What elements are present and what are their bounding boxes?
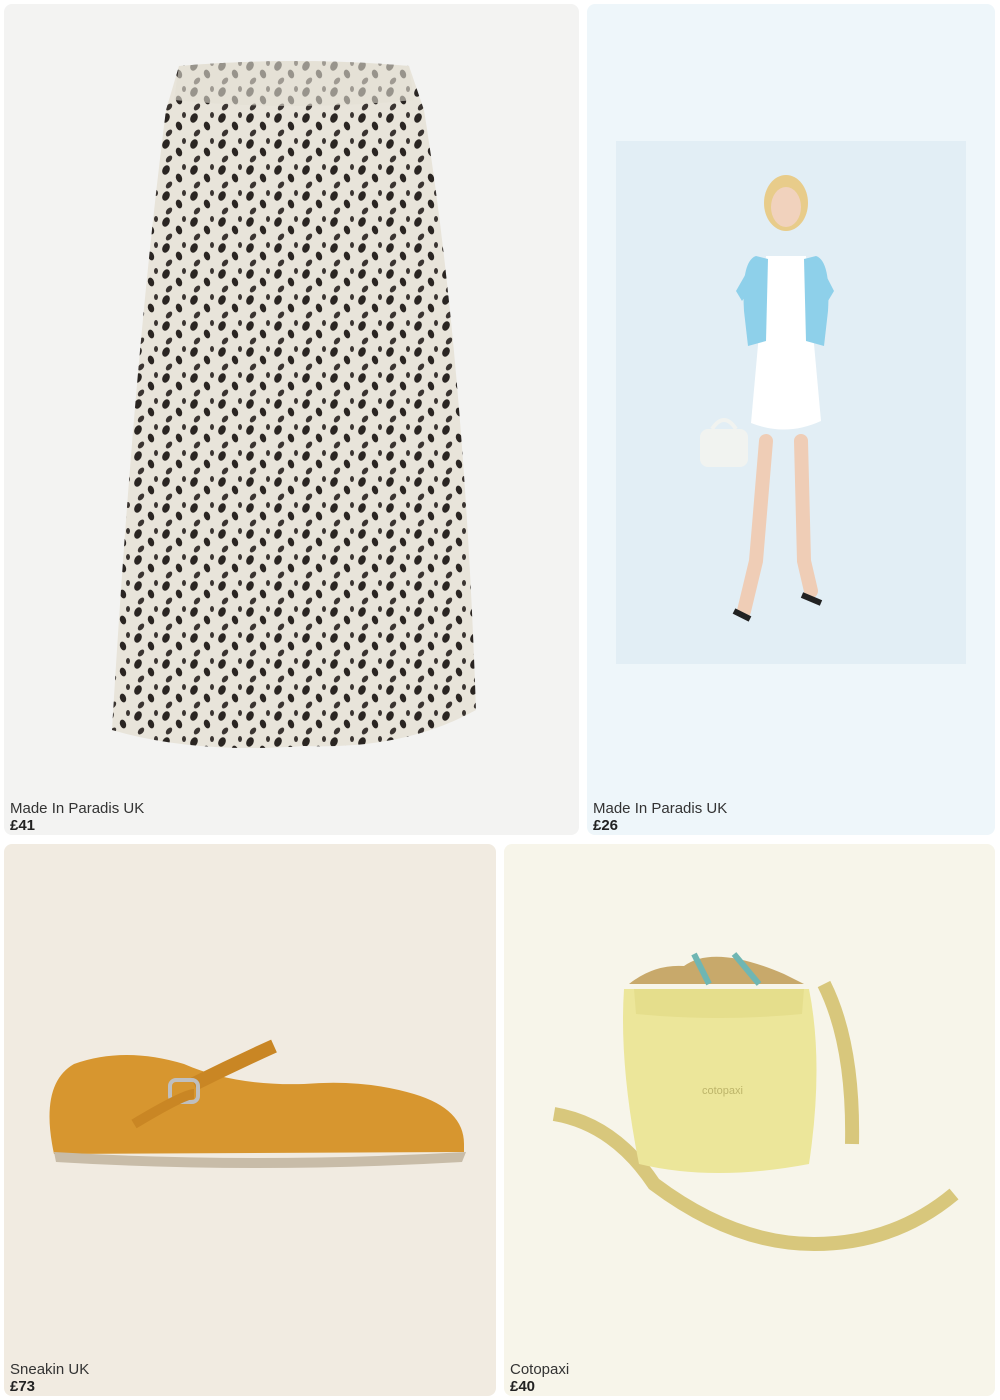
product-price: £41 (10, 817, 36, 834)
product-image-bag[interactable]: cotopaxi (534, 944, 974, 1264)
product-brand[interactable]: Cotopaxi (510, 1361, 569, 1378)
product-card[interactable]: cotopaxi Cotopaxi £40 (504, 844, 995, 1396)
product-price: £73 (10, 1378, 36, 1395)
product-brand[interactable]: Made In Paradis UK (10, 800, 144, 817)
product-brand[interactable]: Sneakin UK (10, 1361, 89, 1378)
product-card[interactable]: Sneakin UK £73 (4, 844, 496, 1396)
product-image-skirt[interactable] (104, 60, 484, 760)
product-image-shoe[interactable] (34, 1024, 474, 1184)
product-price: £26 (593, 817, 619, 834)
product-price: £40 (510, 1378, 536, 1395)
product-card[interactable]: Made In Paradis UK £26 (587, 4, 995, 835)
svg-text:cotopaxi: cotopaxi (702, 1085, 743, 1097)
product-brand[interactable]: Made In Paradis UK (593, 800, 727, 817)
product-card[interactable]: Made In Paradis UK £41 (4, 4, 579, 835)
product-image-model[interactable] (616, 141, 966, 664)
